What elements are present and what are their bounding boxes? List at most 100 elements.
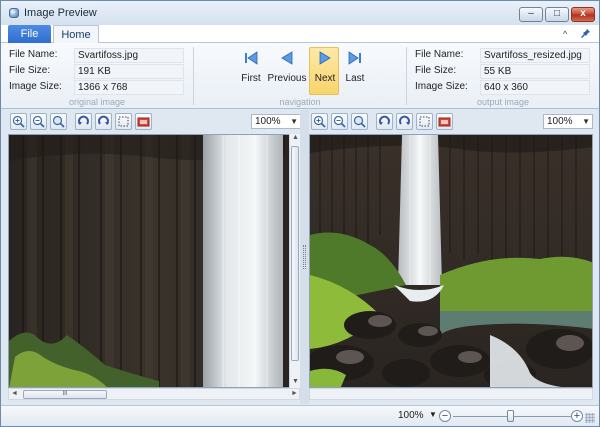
- zoom-in-icon: [313, 115, 326, 128]
- zoom-in-button[interactable]: [311, 113, 328, 130]
- image-preview-window: Image Preview ‒ □ x File Home ^ File Nam…: [0, 0, 600, 427]
- pin-icon[interactable]: [580, 28, 591, 39]
- original-vertical-scroll-thumb[interactable]: [291, 146, 299, 361]
- resize-grip[interactable]: [585, 413, 595, 423]
- original-image-group: File Name: Svartifoss.jpg File Size: 191…: [1, 43, 193, 109]
- zoom-in-button[interactable]: [10, 113, 27, 130]
- zoom-fit-button[interactable]: [50, 113, 67, 130]
- ribbon: File Name: Svartifoss.jpg File Size: 191…: [1, 43, 599, 109]
- navigation-group: First Previous Next Last navigation: [194, 43, 406, 109]
- original-toolbar: 100% ▼: [8, 112, 301, 132]
- last-label: Last: [345, 73, 365, 84]
- original-image-viewport[interactable]: [8, 134, 300, 388]
- last-button[interactable]: Last: [339, 47, 369, 95]
- zoom-fit-icon: [353, 115, 366, 128]
- output-image-caption: output image: [476, 97, 530, 107]
- original-file-size-value: 191 KB: [74, 64, 184, 79]
- original-file-size-label: File Size:: [9, 65, 51, 76]
- original-image-size-label: Image Size:: [9, 81, 62, 92]
- file-tab[interactable]: File: [8, 25, 51, 43]
- chevron-down-icon: ▼: [582, 117, 590, 126]
- flip-icon: [137, 117, 150, 127]
- scroll-up-icon[interactable]: ▲: [292, 134, 299, 141]
- window-title: Image Preview: [24, 7, 97, 19]
- navigation-caption: navigation: [279, 97, 321, 107]
- close-button[interactable]: x: [571, 7, 595, 22]
- output-image-viewport[interactable]: [309, 134, 593, 388]
- zoom-out-icon: [32, 115, 45, 128]
- previous-button[interactable]: Previous: [268, 47, 306, 95]
- rotate-left-icon: [379, 115, 390, 125]
- status-bar: 100% ▼ − +: [1, 405, 599, 426]
- pane-splitter[interactable]: [300, 110, 309, 404]
- splitter-grip[interactable]: [303, 245, 306, 269]
- rotate-right-button[interactable]: [396, 113, 413, 130]
- crop-icon: [118, 116, 129, 127]
- first-button[interactable]: First: [235, 47, 265, 95]
- output-image-size-label: Image Size:: [415, 81, 468, 92]
- minimize-button[interactable]: ‒: [519, 7, 543, 22]
- ribbon-minimize-icon[interactable]: ^: [563, 29, 567, 39]
- output-pane: 100% ▼: [309, 110, 593, 404]
- output-toolbar: 100% ▼: [309, 112, 593, 132]
- original-waterfall-image: [9, 135, 299, 387]
- scroll-right-icon[interactable]: ►: [291, 390, 298, 397]
- rotate-left-button[interactable]: [75, 113, 92, 130]
- original-vertical-scrollbar[interactable]: ▲ ▼: [289, 134, 300, 388]
- scroll-down-icon[interactable]: ▼: [292, 378, 299, 385]
- output-zoom-select[interactable]: 100% ▼: [543, 114, 593, 129]
- next-icon: [319, 51, 331, 65]
- output-waterfall-image: [310, 135, 592, 387]
- zoom-slider-thumb[interactable]: [507, 410, 514, 422]
- next-button[interactable]: Next: [309, 47, 339, 95]
- crop-icon: [419, 116, 430, 127]
- rotate-right-button[interactable]: [95, 113, 112, 130]
- output-file-size-value: 55 KB: [480, 64, 590, 79]
- status-zoom-value[interactable]: 100%: [398, 410, 424, 421]
- output-file-size-label: File Size:: [415, 65, 457, 76]
- flip-icon: [438, 117, 451, 127]
- output-zoom-value: 100%: [547, 116, 573, 127]
- crop-button[interactable]: [416, 113, 433, 130]
- zoom-fit-button[interactable]: [351, 113, 368, 130]
- output-file-name-label: File Name:: [415, 49, 464, 60]
- zoom-out-button[interactable]: [331, 113, 348, 130]
- scroll-left-icon[interactable]: ◄: [11, 390, 18, 397]
- image-panes: 100% ▼ ▲ ▼ ◄ III ► 100% ▼: [1, 109, 599, 405]
- last-icon: [348, 51, 361, 65]
- rotate-left-icon: [78, 115, 89, 125]
- first-icon: [245, 51, 258, 65]
- original-image-size-value: 1366 x 768: [74, 80, 184, 95]
- chevron-down-icon[interactable]: ▼: [429, 410, 437, 419]
- title-bar: Image Preview ‒ □ x: [1, 1, 599, 25]
- maximize-button[interactable]: □: [545, 7, 569, 22]
- output-image-group: File Name: Svartifoss_resized.jpg File S…: [407, 43, 599, 109]
- zoom-out-icon: [333, 115, 346, 128]
- rotate-left-button[interactable]: [376, 113, 393, 130]
- menu-bar: File Home ^: [1, 25, 599, 44]
- app-icon: [9, 8, 19, 18]
- original-file-name-value: Svartifoss.jpg: [74, 48, 184, 63]
- flip-button[interactable]: [135, 113, 152, 130]
- zoom-out-button[interactable]: [30, 113, 47, 130]
- zoom-plus-button[interactable]: +: [571, 410, 583, 422]
- flip-button[interactable]: [436, 113, 453, 130]
- original-zoom-value: 100%: [255, 116, 281, 127]
- original-pane: 100% ▼ ▲ ▼ ◄ III ►: [8, 110, 301, 404]
- previous-label: Previous: [267, 73, 307, 84]
- original-file-name-label: File Name:: [9, 49, 58, 60]
- crop-button[interactable]: [115, 113, 132, 130]
- home-tab[interactable]: Home: [53, 25, 99, 44]
- zoom-in-icon: [12, 115, 25, 128]
- original-horizontal-scrollbar[interactable]: ◄ III ►: [8, 388, 300, 400]
- rotate-right-icon: [399, 115, 410, 125]
- output-horizontal-scrollbar: [309, 388, 593, 400]
- zoom-minus-button[interactable]: −: [439, 410, 451, 422]
- output-file-name-value: Svartifoss_resized.jpg: [480, 48, 590, 63]
- rotate-right-icon: [98, 115, 109, 125]
- original-horizontal-scroll-thumb[interactable]: III: [23, 390, 107, 399]
- previous-icon: [281, 51, 293, 65]
- zoom-fit-icon: [52, 115, 65, 128]
- original-image-caption: original image: [68, 97, 126, 107]
- original-zoom-select[interactable]: 100% ▼: [251, 114, 301, 129]
